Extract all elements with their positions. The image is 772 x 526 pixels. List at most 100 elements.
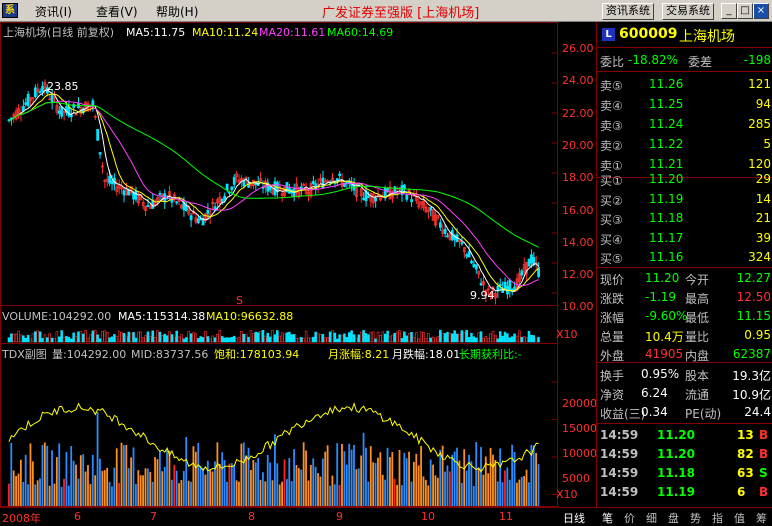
stat-value: 11.20 [645, 271, 680, 285]
tdx-bar [365, 447, 367, 506]
ask-level[interactable]: 卖② 11.22 5 [597, 134, 772, 154]
bid-level[interactable]: 买① 11.20 29 [597, 169, 772, 189]
date-label: 11 [499, 510, 513, 523]
tdx-bar [170, 479, 173, 506]
panel-tab[interactable]: 笔 [602, 510, 613, 526]
volume-bar [180, 334, 183, 343]
tick-volume: 63 [737, 466, 754, 480]
tdx-bar [264, 481, 267, 506]
ma5-label: MA5:11.75 [126, 26, 186, 39]
volume-bar [307, 337, 310, 343]
panel-tab[interactable]: 价 [624, 510, 635, 526]
panel-tab[interactable]: 细 [646, 510, 657, 526]
level-volume: 94 [755, 97, 771, 111]
volume-bar [302, 338, 305, 343]
panel-tab[interactable]: 值 [734, 510, 745, 526]
bid-level[interactable]: 买⑤ 11.16 324 [597, 247, 772, 267]
stat-label: 最高 [685, 292, 710, 306]
chart-area[interactable]: 上海机场(日线 前复权) MA5:11.75 MA10:11.24 MA20:1… [0, 22, 597, 507]
level-label: 买① [600, 174, 623, 188]
volume-bar [489, 333, 492, 343]
bid-level[interactable]: 买② 11.19 14 [597, 189, 772, 209]
tdx-bar [520, 476, 523, 506]
volume-bar [259, 331, 262, 343]
bid-level[interactable]: 买④ 11.17 39 [597, 228, 772, 248]
level-price: 11.17 [649, 230, 684, 245]
candle-body [367, 196, 370, 198]
daily-tab[interactable]: 日线 [563, 510, 585, 526]
tdx-bar [79, 455, 82, 506]
kline-chart[interactable] [0, 22, 596, 507]
volume-bar [105, 331, 109, 343]
stat-value: 12.50 [736, 290, 771, 304]
maximize-icon[interactable]: □ [737, 3, 753, 19]
tdx-bar [475, 442, 478, 506]
tdx-bar [58, 443, 61, 506]
tdx-bar [82, 454, 85, 506]
tdx-bar [238, 481, 240, 506]
volume-bar [501, 335, 504, 343]
ask-level[interactable]: 卖⑤ 11.26 121 [597, 74, 772, 94]
tdx-bar [472, 486, 475, 506]
candle-body [467, 251, 471, 258]
volume-bar [374, 338, 377, 343]
menu-item-view[interactable]: 查看(V) [96, 3, 138, 20]
tdx-bar [12, 470, 15, 506]
tdx-month-up: 月涨幅:8.21 [328, 348, 390, 361]
candle-body [443, 229, 447, 234]
volume-bar [381, 331, 385, 343]
tdx-bar [137, 470, 140, 506]
tdx-bar [106, 467, 109, 506]
volume-bar [419, 331, 423, 343]
volume-bar [494, 334, 497, 343]
volume-bar [228, 337, 231, 343]
ask-level[interactable]: 卖④ 11.25 94 [597, 94, 772, 114]
volume-bar [276, 330, 279, 343]
info-system-button[interactable]: 资讯系统 [602, 3, 654, 20]
volume-bar [170, 334, 174, 343]
volume-bar [479, 331, 483, 343]
volume-bar [122, 333, 126, 343]
candle-body [527, 258, 531, 267]
tdx-bar [537, 464, 540, 506]
tdx-tick: 10000 [562, 447, 597, 460]
menu-item-info[interactable]: 资讯(I) [35, 3, 72, 20]
volume-bar [115, 336, 119, 343]
volume-bar [103, 330, 107, 343]
volume-bar [304, 330, 308, 343]
tdx-bar [247, 447, 250, 506]
tdx-bar [209, 470, 212, 506]
stat-row: 总量 10.4万 量比 0.95 [597, 325, 772, 345]
panel-tab[interactable]: 指 [712, 510, 723, 526]
trade-system-button[interactable]: 交易系统 [662, 3, 714, 20]
ma60-label: MA60:14.69 [327, 26, 394, 39]
tdx-bar [535, 453, 538, 506]
panel-tab[interactable]: 势 [690, 510, 701, 526]
volume-bar [220, 336, 224, 343]
tdx-bar [324, 451, 327, 506]
tdx-bar [386, 447, 389, 506]
ask-level[interactable]: 卖③ 11.24 285 [597, 114, 772, 134]
volume-bar [446, 331, 449, 343]
stat-label: 涨跌 [600, 292, 625, 306]
tdx-bar [405, 458, 408, 506]
panel-tab[interactable]: 筹 [756, 510, 767, 526]
close-icon[interactable]: × [753, 3, 769, 19]
bid-level[interactable]: 买③ 11.18 21 [597, 208, 772, 228]
volume-bar [439, 329, 442, 343]
candle-body [146, 204, 150, 207]
app-icon[interactable]: 系 [2, 3, 18, 18]
menu-item-help[interactable]: 帮助(H) [156, 3, 198, 20]
tdx-bar [60, 486, 63, 506]
volume-bar [405, 335, 408, 343]
tdx-bar [254, 462, 257, 506]
candle-body [67, 106, 71, 117]
tdx-bar [288, 458, 291, 506]
panel-tab[interactable]: 盘 [668, 510, 679, 526]
tdx-bar [41, 444, 44, 506]
price-tick: 22.00 [562, 106, 594, 120]
minimize-icon[interactable]: _ [721, 3, 737, 19]
tdx-label: TDX副图 [2, 348, 47, 361]
level-price: 11.26 [649, 77, 684, 91]
volume-bar [22, 335, 25, 343]
